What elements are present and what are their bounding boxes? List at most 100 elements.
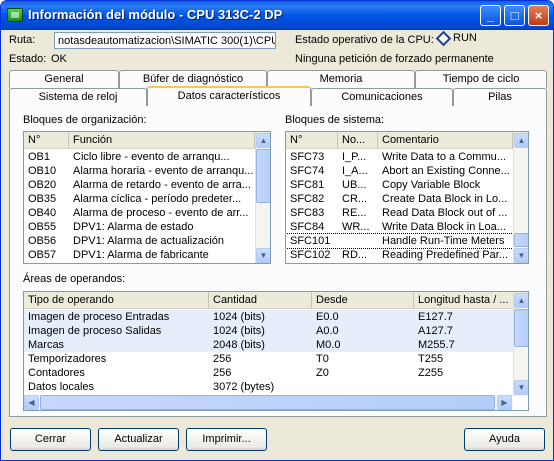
ob-cell: OB57 bbox=[28, 249, 57, 261]
module-icon bbox=[7, 8, 23, 22]
area-cell: Contadores bbox=[28, 367, 85, 379]
scroll-up-icon[interactable]: ▲ bbox=[256, 133, 270, 148]
sfc-cell: Write Data Block in Loa... bbox=[382, 221, 506, 233]
area-row[interactable]: Marcas 2048 (bits) M0.0 M255.7 bbox=[24, 338, 513, 352]
areas-col-from[interactable]: Desde bbox=[312, 292, 414, 309]
refresh-button[interactable]: Actualizar bbox=[98, 428, 179, 451]
scroll-left-icon[interactable]: ◀ bbox=[24, 395, 39, 410]
sfc-cell: Handle Run-Time Meters bbox=[382, 235, 505, 247]
ob-row[interactable]: OB57 DPV1: Alarma de fabricante bbox=[24, 248, 255, 262]
ob-col-number[interactable]: N° bbox=[24, 132, 69, 149]
tab-general[interactable]: General bbox=[9, 70, 119, 88]
ob-col-function[interactable]: Función bbox=[69, 132, 255, 149]
scroll-right-icon[interactable]: ▶ bbox=[497, 395, 512, 410]
sfc-list-scrollbar[interactable]: ▲ ▼ bbox=[513, 133, 528, 263]
sfc-cell: Copy Variable Block bbox=[382, 179, 481, 191]
minimize-button[interactable]: _ bbox=[480, 5, 501, 26]
area-row[interactable]: Imagen de proceso Salidas 1024 (bits) A0.0… bbox=[24, 324, 513, 338]
window-title: Información del módulo - CPU 313C-2 DP bbox=[28, 7, 283, 22]
ob-cell: Alarma de retardo - evento de arra... bbox=[73, 179, 251, 191]
sfc-row[interactable]: SFC81 UB... Copy Variable Block bbox=[286, 178, 513, 192]
sfc-col-number[interactable]: N° bbox=[286, 132, 338, 149]
tab-communications[interactable]: Comunicaciones bbox=[311, 88, 453, 106]
area-cell: 1024 (bits) bbox=[213, 311, 265, 323]
ob-cell: DPV1: Alarma de actualización bbox=[73, 235, 225, 247]
area-cell: 1024 (bits) bbox=[213, 325, 265, 337]
sfc-cell: UB... bbox=[342, 179, 367, 191]
areas-hscrollbar[interactable]: ◀ ▶ bbox=[24, 395, 513, 410]
ob-row[interactable]: OB56 DPV1: Alarma de actualización bbox=[24, 234, 255, 248]
area-row[interactable]: Imagen de proceso Entradas 1024 (bits) E0.… bbox=[24, 310, 513, 324]
close-button[interactable]: × bbox=[528, 5, 549, 26]
ruta-field[interactable]: notasdeautomatizacion\SIMATIC 300(1)\CPU bbox=[54, 32, 276, 49]
print-button[interactable]: Imprimir... bbox=[186, 428, 267, 451]
sfc-col-comment[interactable]: Comentario bbox=[378, 132, 513, 149]
sfc-row[interactable]: SFC74 I_A... Abort an Existing Conne... bbox=[286, 164, 513, 178]
tab-stacks[interactable]: Pilas bbox=[453, 88, 547, 106]
ob-row[interactable]: OB55 DPV1: Alarma de estado bbox=[24, 220, 255, 234]
sfc-cell: SFC82 bbox=[290, 193, 325, 205]
scroll-up-icon[interactable]: ▲ bbox=[514, 293, 528, 308]
area-cell: M0.0 bbox=[316, 339, 341, 351]
close-dialog-button[interactable]: Cerrar bbox=[10, 428, 91, 451]
scroll-thumb[interactable] bbox=[514, 309, 528, 347]
sfc-cell: RD... bbox=[342, 249, 368, 261]
scroll-down-icon[interactable]: ▼ bbox=[256, 248, 270, 263]
area-row[interactable]: Contadores 256 Z0 Z255 bbox=[24, 366, 513, 380]
run-state-icon bbox=[435, 30, 452, 46]
scroll-thumb[interactable] bbox=[514, 233, 528, 247]
areas-col-type[interactable]: Tipo de operando bbox=[24, 292, 209, 309]
ob-section-label: Bloques de organización: bbox=[23, 114, 147, 126]
sfc-cell: Abort an Existing Conne... bbox=[382, 165, 510, 177]
areas-list[interactable]: Tipo de operando Cantidad Desde Longitud… bbox=[23, 291, 529, 411]
sfc-cell: WR... bbox=[342, 221, 370, 233]
sfc-section-label: Bloques de sistema: bbox=[285, 114, 385, 126]
scroll-thumb[interactable] bbox=[40, 395, 495, 410]
scroll-thumb[interactable] bbox=[256, 149, 270, 203]
scroll-down-icon[interactable]: ▼ bbox=[514, 380, 528, 395]
sfc-row[interactable]: SFC83 RE... Read Data Block out of ... bbox=[286, 206, 513, 220]
sfc-row[interactable]: SFC82 CR... Create Data Block in Lo... bbox=[286, 192, 513, 206]
area-cell: T0 bbox=[316, 353, 329, 365]
help-button[interactable]: Ayuda bbox=[464, 428, 545, 451]
scroll-up-icon[interactable]: ▲ bbox=[514, 133, 528, 148]
ob-list-scrollbar[interactable]: ▲ ▼ bbox=[255, 133, 270, 263]
estado-label: Estado: bbox=[9, 53, 47, 65]
tab-cycle-time[interactable]: Tiempo de ciclo bbox=[415, 70, 547, 88]
cpu-state-value: RUN bbox=[453, 32, 477, 44]
area-cell: T255 bbox=[418, 353, 444, 365]
area-cell: 3072 (bytes) bbox=[213, 381, 275, 393]
ob-row[interactable]: OB10 Alarma horaria - evento de arranqu..… bbox=[24, 164, 255, 178]
area-cell: 2048 (bits) bbox=[213, 339, 265, 351]
areas-vscrollbar[interactable]: ▲ ▼ bbox=[513, 293, 528, 396]
areas-col-quantity[interactable]: Cantidad bbox=[209, 292, 312, 309]
area-row[interactable]: Temporizadores 256 T0 T255 bbox=[24, 352, 513, 366]
sfc-cell: I_P... bbox=[342, 151, 367, 163]
sfc-row[interactable]: SFC73 I_P... Write Data to a Commu... bbox=[286, 150, 513, 164]
tab-characteristic-data[interactable]: Datos característicos bbox=[147, 86, 311, 106]
ob-cell: OB56 bbox=[28, 235, 57, 247]
sfc-cell: Create Data Block in Lo... bbox=[382, 193, 508, 205]
areas-col-length[interactable]: Longitud hasta / ... bbox=[414, 292, 514, 309]
sfc-col-name[interactable]: No... bbox=[338, 132, 378, 149]
ob-row[interactable]: OB40 Alarma de proceso - evento de arr... bbox=[24, 206, 255, 220]
sfc-cell: SFC81 bbox=[290, 179, 325, 191]
ob-list[interactable]: N° Función OB1 Ciclo libre - evento de ar… bbox=[23, 131, 271, 264]
area-cell: M255.7 bbox=[418, 339, 455, 351]
sfc-row[interactable]: SFC102 RD... Reading Predefined Par... bbox=[286, 248, 513, 262]
scroll-down-icon[interactable]: ▼ bbox=[514, 248, 528, 263]
sfc-cell: SFC84 bbox=[290, 221, 325, 233]
sfc-row[interactable]: SFC101 Handle Run-Time Meters bbox=[286, 233, 514, 249]
title-bar[interactable]: Información del módulo - CPU 313C-2 DP _… bbox=[1, 1, 553, 30]
tab-clock-system[interactable]: Sistema de reloj bbox=[9, 88, 147, 106]
ob-row[interactable]: OB35 Alarma cíclica - período predeter... bbox=[24, 192, 255, 206]
area-row[interactable]: Datos locales 3072 (bytes) bbox=[24, 380, 513, 394]
sfc-list[interactable]: N° No... Comentario SFC73 I_P... Write Dat… bbox=[285, 131, 529, 264]
sfc-row[interactable]: SFC84 WR... Write Data Block in Loa... bbox=[286, 220, 513, 234]
area-cell: A127.7 bbox=[418, 325, 453, 337]
ob-row[interactable]: OB20 Alarma de retardo - evento de arra..… bbox=[24, 178, 255, 192]
sfc-list-header: N° No... Comentario bbox=[286, 132, 528, 149]
maximize-button[interactable]: □ bbox=[504, 5, 525, 26]
ob-cell: OB20 bbox=[28, 179, 57, 191]
ob-row[interactable]: OB1 Ciclo libre - evento de arranqu... bbox=[24, 150, 255, 164]
